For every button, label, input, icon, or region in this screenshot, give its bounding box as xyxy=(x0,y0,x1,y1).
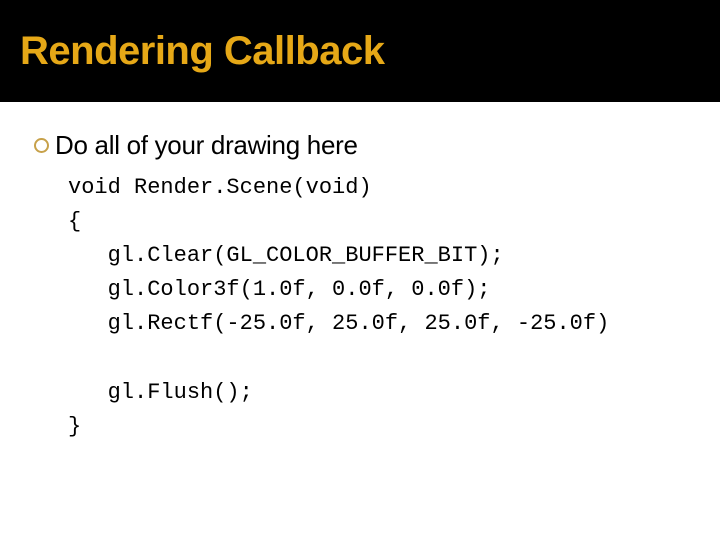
title-bar: Rendering Callback xyxy=(0,0,720,102)
bullet-item: Do all of your drawing here xyxy=(34,130,686,161)
bullet-text: Do all of your drawing here xyxy=(55,130,358,161)
code-line: void Render.Scene(void) xyxy=(68,175,372,200)
slide-title: Rendering Callback xyxy=(20,29,384,74)
code-line: gl.Flush(); xyxy=(68,380,253,405)
bullet-icon xyxy=(34,138,49,153)
code-line: gl.Clear(GL_COLOR_BUFFER_BIT); xyxy=(68,243,504,268)
slide-content: Do all of your drawing here void Render.… xyxy=(0,102,720,444)
code-line: { xyxy=(68,209,81,234)
code-block: void Render.Scene(void) { gl.Clear(GL_CO… xyxy=(68,171,686,444)
code-line: gl.Rectf(-25.0f, 25.0f, 25.0f, -25.0f) xyxy=(68,311,609,336)
code-line: gl.Color3f(1.0f, 0.0f, 0.0f); xyxy=(68,277,490,302)
code-line: } xyxy=(68,414,81,439)
